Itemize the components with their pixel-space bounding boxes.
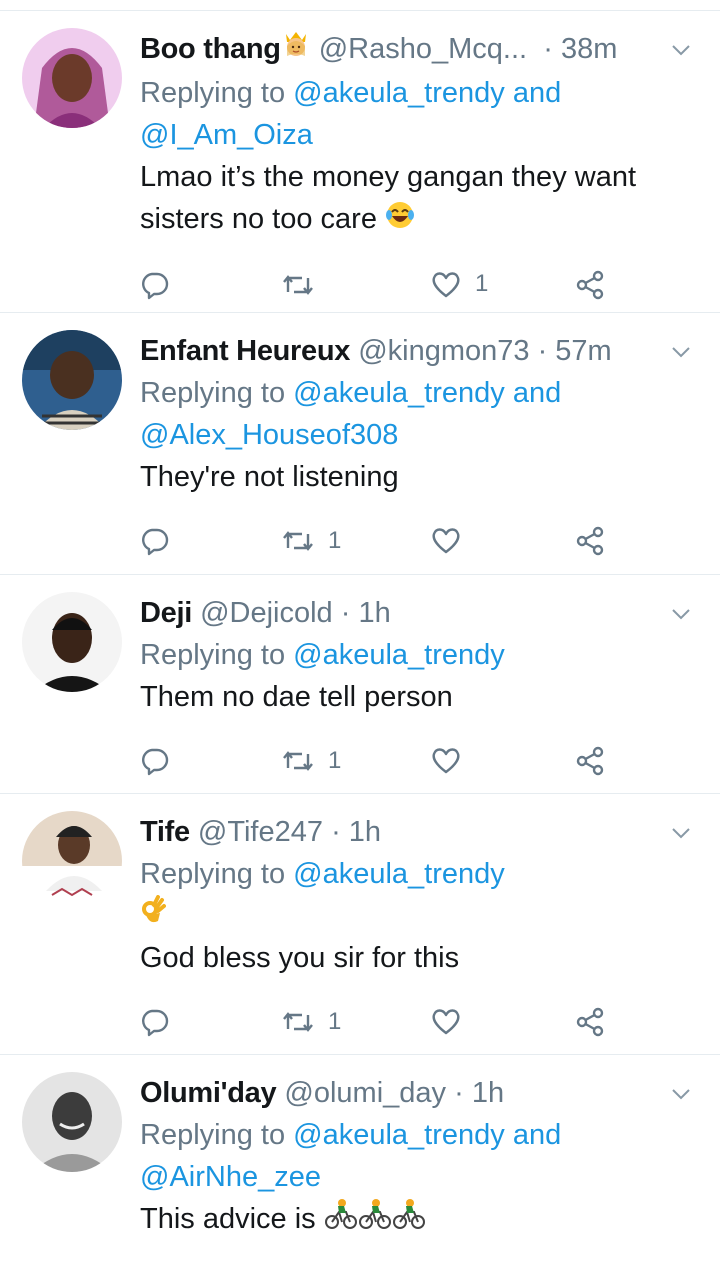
mention-link[interactable]: @akeula_trendy xyxy=(293,1119,505,1151)
reply-button[interactable] xyxy=(140,526,170,556)
tweet[interactable]: Enfant Heureux @kingmon73 · 57m Replying… xyxy=(0,313,720,575)
display-name[interactable]: Tife xyxy=(140,816,190,848)
reply-icon xyxy=(142,272,169,299)
reply-prefix: Replying to xyxy=(140,858,286,890)
tweet-text: Them no dae tell person xyxy=(140,681,453,713)
separator-dot: · xyxy=(340,597,351,629)
user-handle[interactable]: @Tife247 xyxy=(198,816,323,848)
retweet-icon xyxy=(283,274,313,295)
retweet-button[interactable]: 1 xyxy=(282,526,341,556)
tweet-time[interactable]: 57m xyxy=(555,335,611,367)
avatar[interactable] xyxy=(22,330,122,430)
separator-dot: · xyxy=(331,816,341,848)
like-button[interactable] xyxy=(431,526,475,554)
mention-link[interactable]: @akeula_trendy xyxy=(293,858,505,890)
retweet-button[interactable]: 1 xyxy=(282,1007,341,1037)
share-icon xyxy=(576,1007,604,1037)
retweet-count: 1 xyxy=(328,1008,342,1035)
top-divider xyxy=(0,0,720,11)
mention-link[interactable]: @akeula_trendy xyxy=(293,639,505,671)
share-icon xyxy=(576,526,604,556)
mention-joiner[interactable]: and xyxy=(513,77,561,109)
reply-icon xyxy=(142,528,169,556)
heart-icon xyxy=(432,748,460,774)
chevron-down-icon[interactable] xyxy=(670,341,692,363)
tweet-text: They're not listening xyxy=(140,461,399,493)
retweet-button[interactable] xyxy=(282,270,328,300)
reply-prefix: Replying to xyxy=(140,1119,286,1151)
separator-dot: · xyxy=(454,1077,464,1109)
user-handle[interactable]: @Rasho_Mcq... xyxy=(319,33,527,65)
share-icon xyxy=(576,270,604,299)
reply-prefix: Replying to xyxy=(140,77,286,110)
display-name[interactable]: Deji xyxy=(140,597,192,629)
heart-icon xyxy=(432,272,460,297)
display-name[interactable]: Olumi'day xyxy=(140,1077,277,1109)
chevron-down-icon[interactable] xyxy=(670,603,692,625)
chevron-down-icon[interactable] xyxy=(670,1083,692,1105)
princess-emoji xyxy=(281,28,311,72)
like-count: 1 xyxy=(475,269,489,297)
retweet-icon xyxy=(283,531,313,551)
share-button[interactable] xyxy=(576,1007,606,1037)
avatar[interactable] xyxy=(22,811,122,911)
share-button[interactable] xyxy=(576,270,606,300)
heart-icon xyxy=(432,528,460,554)
avatar[interactable] xyxy=(22,28,122,128)
mention-link[interactable]: @AirNhe_zee xyxy=(140,1161,321,1193)
avatar[interactable] xyxy=(22,1072,122,1172)
display-name[interactable]: Boo thang xyxy=(140,33,281,65)
tweet[interactable]: Deji @Dejicold · 1h Replying to @akeula_… xyxy=(0,575,720,794)
retweet-count: 1 xyxy=(328,747,342,774)
mention-joiner[interactable]: and xyxy=(513,377,561,409)
reply-prefix: Replying to xyxy=(140,639,286,671)
heart-icon xyxy=(432,1009,460,1035)
tweet-time[interactable]: 1h xyxy=(472,1077,504,1109)
mention-joiner[interactable]: and xyxy=(513,1119,561,1151)
reply-icon xyxy=(142,748,169,776)
user-handle[interactable]: @Dejicold xyxy=(200,597,333,629)
share-button[interactable] xyxy=(576,746,606,776)
tweet[interactable]: Boo thang @Rasho_Mcq... · 38m Replying t… xyxy=(0,11,720,313)
reply-icon xyxy=(142,1009,169,1037)
retweet-icon xyxy=(283,1012,313,1032)
cyclist-emoji xyxy=(358,1198,392,1242)
reply-button[interactable] xyxy=(140,746,170,776)
cyclist-emoji xyxy=(392,1198,426,1242)
user-handle[interactable]: @olumi_day xyxy=(284,1077,446,1109)
mention-link[interactable]: @Alex_Houseof308 xyxy=(140,419,398,451)
chevron-down-icon[interactable] xyxy=(670,39,692,61)
reply-button[interactable] xyxy=(140,1007,170,1037)
tweet-text: God bless you sir for this xyxy=(140,942,460,974)
display-name[interactable]: Enfant Heureux xyxy=(140,335,350,367)
mention-link[interactable]: @I_Am_Oiza xyxy=(140,119,313,151)
tweet[interactable]: Olumi'day @olumi_day · 1h Replying to @a… xyxy=(0,1055,720,1275)
reply-prefix: Replying to xyxy=(140,377,286,409)
tweet-time[interactable]: 1h xyxy=(349,816,381,848)
separator-dot: · xyxy=(543,33,553,65)
mention-link[interactable]: @akeula_trendy xyxy=(293,77,505,109)
cyclist-emoji xyxy=(324,1198,358,1242)
like-button[interactable]: 1 xyxy=(431,270,488,298)
separator-dot: · xyxy=(537,335,548,367)
reply-button[interactable] xyxy=(140,270,170,300)
avatar[interactable] xyxy=(22,592,122,692)
like-button[interactable] xyxy=(431,746,475,774)
tweet[interactable]: Tife @Tife247 · 1h Replying to @akeula_t… xyxy=(0,794,720,1055)
user-handle[interactable]: @kingmon73 xyxy=(358,335,529,367)
chevron-down-icon[interactable] xyxy=(670,822,692,844)
like-button[interactable] xyxy=(431,1007,475,1035)
share-button[interactable] xyxy=(576,526,606,556)
share-icon xyxy=(576,746,604,776)
tweet-time[interactable]: 1h xyxy=(358,597,390,629)
retweet-icon xyxy=(283,751,313,771)
retweet-count: 1 xyxy=(328,527,342,554)
tweet-time[interactable]: 38m xyxy=(561,33,617,65)
retweet-button[interactable]: 1 xyxy=(282,746,341,776)
ok-hand-emoji xyxy=(140,895,166,939)
tears-of-joy-emoji xyxy=(385,200,415,242)
tweet-text: This advice is xyxy=(140,1203,316,1235)
mention-link[interactable]: @akeula_trendy xyxy=(293,377,505,409)
